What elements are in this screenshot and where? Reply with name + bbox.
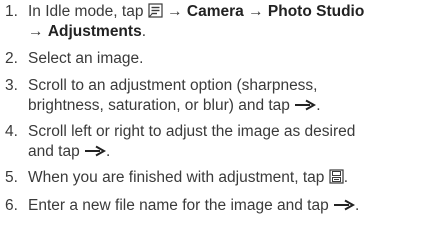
step-6-text: Enter a new file name for the image and … bbox=[28, 197, 329, 214]
next-arrow-icon bbox=[294, 99, 317, 111]
save-icon bbox=[329, 169, 344, 185]
step-5-text: When you are finished with adjustment, t… bbox=[28, 169, 325, 186]
step-text: Scroll to an adjustment option (sharpnes… bbox=[28, 76, 438, 116]
arrow-separator: → bbox=[167, 3, 183, 20]
step-text: When you are finished with adjustment, t… bbox=[28, 168, 438, 188]
step-text: Select an image. bbox=[28, 50, 144, 67]
step-3-line-2: brightness, saturation, or blur) and tap bbox=[28, 97, 290, 114]
step-2: 2. Select an image. bbox=[0, 49, 439, 69]
period: . bbox=[316, 97, 321, 114]
step-4-line-2: and tap bbox=[28, 143, 80, 160]
instruction-list: 1. In Idle mode, tap → Camera → Photo St… bbox=[0, 0, 439, 246]
step-1: 1. In Idle mode, tap → Camera → Photo St… bbox=[0, 2, 439, 42]
step-number: 3. bbox=[5, 77, 18, 94]
step-number: 6. bbox=[5, 197, 18, 214]
step-1-prefix: In Idle mode, tap bbox=[28, 3, 144, 20]
step-number: 1. bbox=[5, 3, 18, 20]
step-text: Scroll left or right to adjust the image… bbox=[28, 122, 438, 162]
step-number: 2. bbox=[5, 50, 18, 67]
menu-icon bbox=[148, 3, 163, 19]
menu-path-camera: Camera bbox=[186, 3, 244, 20]
step-text: Enter a new file name for the image and … bbox=[28, 196, 438, 216]
step-4-line-1: Scroll left or right to adjust the image… bbox=[28, 123, 356, 140]
step-3: 3. Scroll to an adjustment option (sharp… bbox=[0, 76, 439, 116]
step-text: In Idle mode, tap → Camera → Photo Studi… bbox=[28, 2, 438, 42]
step-number: 5. bbox=[5, 169, 18, 186]
menu-path-adjustments: Adjustments bbox=[47, 23, 142, 40]
period: . bbox=[106, 143, 111, 160]
menu-path-photo-studio: Photo Studio bbox=[267, 3, 365, 20]
step-number: 4. bbox=[5, 123, 18, 140]
step-6: 6. Enter a new file name for the image a… bbox=[0, 196, 439, 216]
next-arrow-icon bbox=[84, 145, 107, 157]
period: . bbox=[343, 169, 349, 186]
period: . bbox=[355, 197, 360, 214]
step-3-line-1: Scroll to an adjustment option (sharpnes… bbox=[28, 77, 318, 94]
period: . bbox=[141, 23, 146, 40]
arrow-separator: → bbox=[28, 23, 44, 40]
step-5: 5. When you are finished with adjustment… bbox=[0, 168, 439, 188]
next-arrow-icon bbox=[333, 199, 356, 211]
arrow-separator: → bbox=[248, 3, 264, 20]
step-4: 4. Scroll left or right to adjust the im… bbox=[0, 122, 439, 162]
